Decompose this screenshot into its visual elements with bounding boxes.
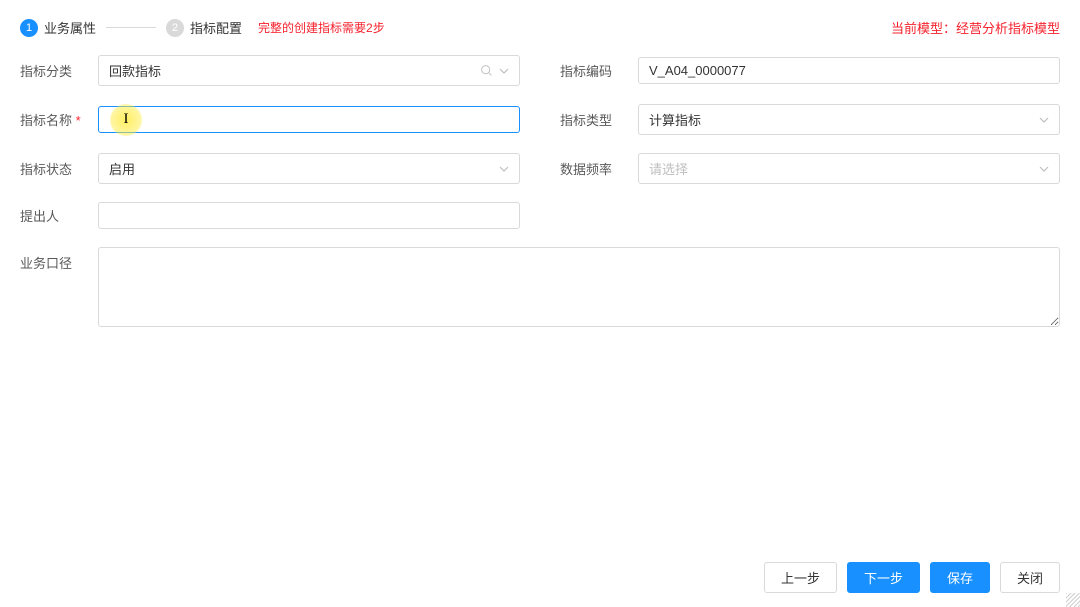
- caliber-textarea[interactable]: [98, 247, 1060, 327]
- next-button[interactable]: 下一步: [847, 562, 920, 593]
- row-status: 指标状态 启用: [20, 153, 520, 184]
- name-input[interactable]: [98, 106, 520, 133]
- proposer-input[interactable]: [98, 202, 520, 229]
- chevron-down-icon: [1039, 164, 1049, 174]
- chevron-down-icon: [1039, 115, 1049, 125]
- current-model: 当前模型：经营分析指标模型: [891, 18, 1060, 37]
- label-code: 指标编码: [560, 61, 638, 80]
- type-value: 计算指标: [649, 110, 1039, 129]
- close-button[interactable]: 关闭: [1000, 562, 1060, 593]
- row-name: 指标名称 I: [20, 104, 520, 135]
- chevron-down-icon: [499, 66, 509, 76]
- step-hint: 完整的创建指标需要2步: [258, 19, 385, 36]
- code-input[interactable]: [638, 57, 1060, 84]
- step-2-number: 2: [166, 19, 184, 37]
- footer-actions: 上一步 下一步 保存 关闭: [764, 562, 1060, 593]
- label-proposer: 提出人: [20, 206, 98, 225]
- label-caliber: 业务口径: [20, 247, 98, 272]
- chevron-down-icon: [499, 164, 509, 174]
- header: 1 业务属性 2 指标配置 完整的创建指标需要2步 当前模型：经营分析指标模型: [0, 0, 1080, 47]
- step-business-attr[interactable]: 1 业务属性: [20, 18, 96, 37]
- label-type: 指标类型: [560, 110, 638, 129]
- prev-button[interactable]: 上一步: [764, 562, 837, 593]
- row-frequency: 数据频率 请选择: [560, 153, 1060, 184]
- category-value: 回款指标: [109, 61, 480, 80]
- form-body: 指标分类 回款指标 指标编码: [0, 47, 1080, 348]
- label-name: 指标名称: [20, 110, 98, 129]
- step-2-label: 指标配置: [190, 18, 242, 37]
- row-type: 指标类型 计算指标: [560, 104, 1060, 135]
- label-status: 指标状态: [20, 159, 98, 178]
- row-proposer: 提出人: [20, 202, 520, 229]
- frequency-placeholder: 请选择: [649, 159, 1039, 178]
- row-code: 指标编码: [560, 55, 1060, 86]
- status-select[interactable]: 启用: [98, 153, 520, 184]
- step-indicator-config[interactable]: 2 指标配置: [166, 18, 242, 37]
- steps: 1 业务属性 2 指标配置: [20, 18, 242, 37]
- step-connector: [106, 27, 156, 28]
- frequency-select[interactable]: 请选择: [638, 153, 1060, 184]
- label-frequency: 数据频率: [560, 159, 638, 178]
- category-select[interactable]: 回款指标: [98, 55, 520, 86]
- search-icon: [480, 64, 493, 77]
- resize-handle[interactable]: [1066, 593, 1080, 607]
- step-1-label: 业务属性: [44, 18, 96, 37]
- row-category: 指标分类 回款指标: [20, 55, 520, 86]
- step-1-number: 1: [20, 19, 38, 37]
- label-category: 指标分类: [20, 61, 98, 80]
- row-caliber: 业务口径: [20, 247, 1060, 330]
- save-button[interactable]: 保存: [930, 562, 990, 593]
- type-select[interactable]: 计算指标: [638, 104, 1060, 135]
- status-value: 启用: [109, 159, 499, 178]
